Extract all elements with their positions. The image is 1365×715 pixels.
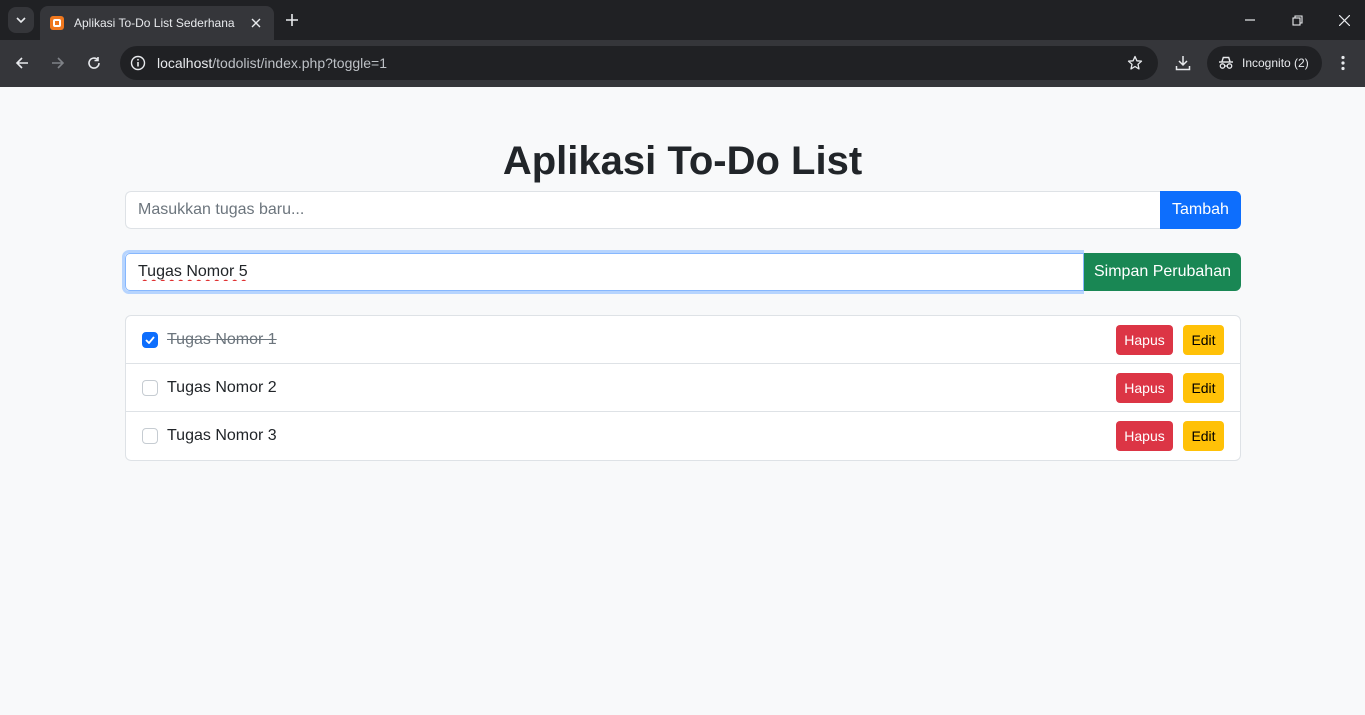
arrow-left-icon [15, 57, 28, 69]
bookmark-button[interactable] [1126, 54, 1144, 72]
chevron-down-icon [16, 17, 26, 24]
add-task-button[interactable]: Tambah [1160, 191, 1241, 229]
incognito-icon [1219, 56, 1233, 69]
page-title: Aplikasi To-Do List [502, 139, 863, 183]
task-text: Tugas Nomor 3 [167, 427, 277, 444]
edit-task-form: Simpan Perubahan [122, 250, 1241, 294]
edit-input-focus-ring [122, 250, 1084, 294]
browser-toolbar: localhost/todolist/index.php?toggle=1 In… [0, 40, 1365, 87]
task-item: Tugas Nomor 3 Hapus Edit [126, 412, 1240, 460]
task-item: Tugas Nomor 2 Hapus Edit [126, 364, 1240, 412]
close-tab-button[interactable] [248, 15, 264, 31]
task-checkbox[interactable] [142, 379, 158, 396]
edit-task-button[interactable]: Edit [1183, 421, 1224, 451]
site-info-button[interactable] [129, 54, 147, 72]
browser-tab[interactable]: Aplikasi To-Do List Sederhana [40, 6, 274, 40]
new-tab-button[interactable] [282, 10, 302, 30]
restore-icon [1291, 14, 1303, 26]
tab-search-button[interactable] [8, 7, 34, 33]
check-icon [145, 335, 155, 344]
new-task-input[interactable] [125, 191, 1160, 229]
close-icon [251, 18, 261, 28]
forward-button[interactable] [47, 52, 69, 74]
task-list: Tugas Nomor 1 Hapus Edit Tugas Nomor 2 H… [125, 315, 1241, 461]
address-bar[interactable]: localhost/todolist/index.php?toggle=1 [120, 46, 1158, 80]
plus-icon [286, 14, 298, 26]
save-changes-button[interactable]: Simpan Perubahan [1084, 253, 1241, 291]
back-button[interactable] [11, 52, 33, 74]
delete-task-button[interactable]: Hapus [1116, 421, 1173, 451]
add-task-form: Tambah [125, 191, 1241, 229]
task-checkbox[interactable] [142, 428, 158, 444]
minimize-button[interactable] [1240, 10, 1260, 30]
task-checkbox[interactable] [142, 331, 158, 348]
url-text: localhost/todolist/index.php?toggle=1 [157, 55, 387, 71]
kebab-menu-icon [1341, 55, 1345, 71]
task-text: Tugas Nomor 1 [167, 330, 277, 348]
edit-task-button[interactable]: Edit [1183, 372, 1224, 403]
edit-task-button[interactable]: Edit [1183, 324, 1224, 355]
delete-task-button[interactable]: Hapus [1116, 324, 1173, 355]
browser-menu-button[interactable] [1332, 52, 1354, 74]
page-content: Aplikasi To-Do List Tambah Simpan Peruba… [0, 87, 1365, 715]
url-path: /todolist/index.php?toggle=1 [212, 55, 388, 71]
info-icon [130, 55, 146, 71]
close-icon [1338, 14, 1350, 26]
edit-task-input[interactable] [125, 253, 1084, 291]
restore-button[interactable] [1287, 10, 1307, 30]
incognito-label: Incognito (2) [1242, 56, 1309, 70]
incognito-button[interactable]: Incognito (2) [1207, 46, 1322, 80]
tab-title: Aplikasi To-Do List Sederhana [74, 16, 235, 30]
download-icon [1175, 56, 1191, 71]
xampp-icon [50, 16, 64, 30]
reload-icon [88, 57, 100, 69]
arrow-right-icon [52, 57, 65, 69]
delete-task-button[interactable]: Hapus [1116, 372, 1173, 403]
minimize-icon [1245, 19, 1255, 21]
task-text: Tugas Nomor 2 [167, 378, 277, 396]
reload-button[interactable] [83, 52, 105, 74]
close-window-button[interactable] [1334, 10, 1354, 30]
star-icon [1127, 55, 1143, 70]
download-button[interactable] [1172, 52, 1194, 74]
task-item: Tugas Nomor 1 Hapus Edit [126, 316, 1240, 364]
url-host: localhost [157, 55, 213, 71]
browser-tab-bar: Aplikasi To-Do List Sederhana [0, 0, 1365, 40]
